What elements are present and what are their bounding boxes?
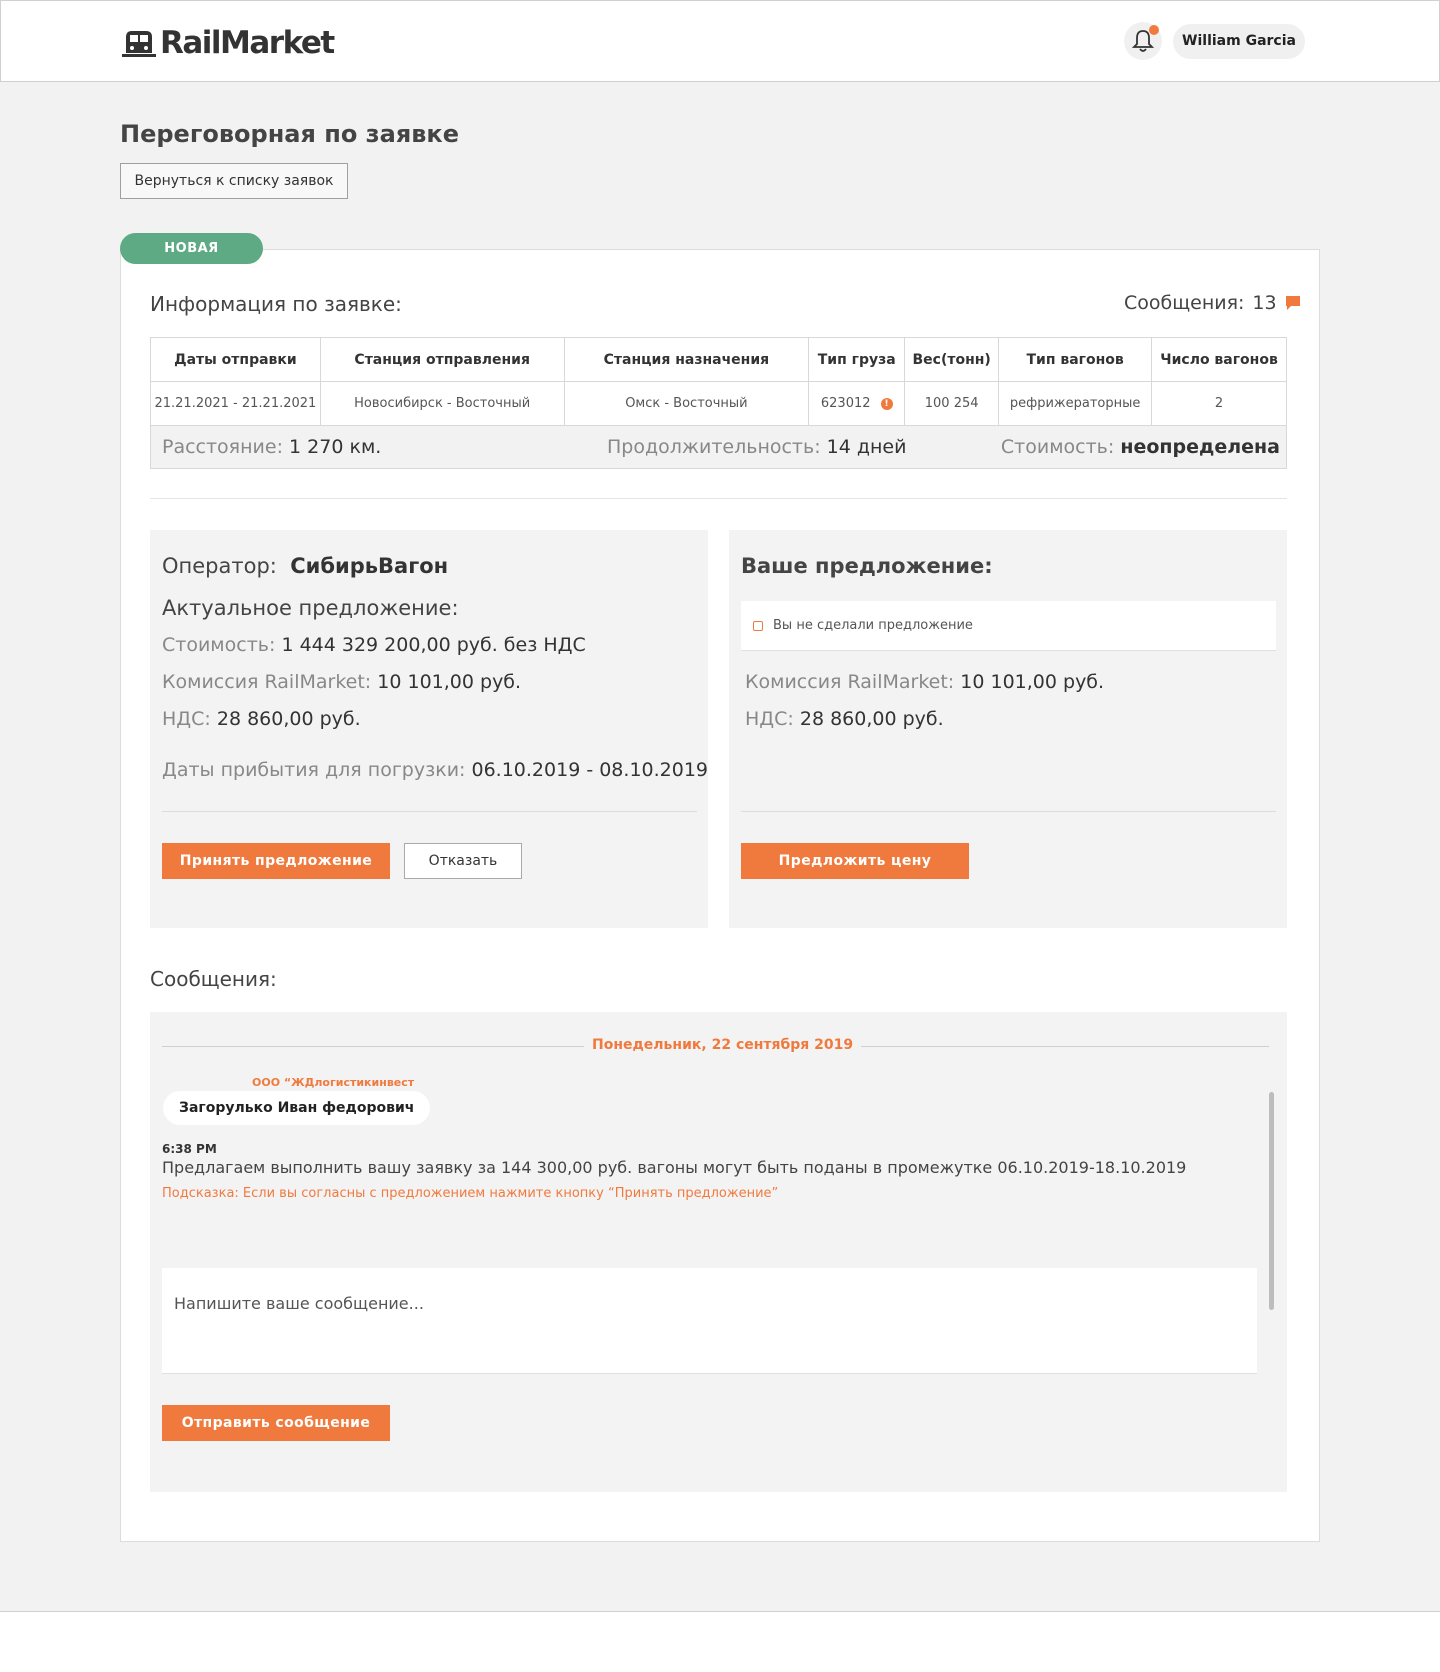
operator: Оператор: СибирьВагон <box>162 554 448 578</box>
offer-commission-value: 10 101,00 руб. <box>377 671 522 693</box>
no-offer-text: Вы не сделали предложение <box>773 618 973 633</box>
message-text: Предлагаем выполнить вашу заявку за 144 … <box>162 1158 1187 1177</box>
actual-offer-title: Актуальное предложение: <box>162 596 459 620</box>
messages-counter-value: 13 <box>1252 292 1277 314</box>
offer-commission: Комиссия RailMarket: 10 101,00 руб. <box>162 671 521 693</box>
date-label: Понедельник, 22 сентября 2019 <box>584 1037 862 1053</box>
info-icon[interactable]: ! <box>880 397 893 410</box>
your-offer-title: Ваше предложение: <box>741 554 993 578</box>
offer-vat-value: 28 860,00 руб. <box>216 708 361 730</box>
message-time: 6:38 PM <box>162 1142 217 1156</box>
loading-dates-label: Даты прибытия для погрузки: <box>162 759 466 781</box>
info-table: Даты отправки Станция отправления Станци… <box>150 337 1287 426</box>
cell-weight: 100 254 <box>904 381 1000 426</box>
table-row: 21.21.2021 - 21.21.2021 Новосибирск - Во… <box>150 381 1287 426</box>
offer-vat-label: НДС: <box>162 708 211 730</box>
route-summary: Расстояние: 1 270 км. Продолжительность:… <box>150 425 1287 469</box>
back-to-list-button[interactable]: Вернуться к списку заявок <box>120 163 348 199</box>
panel-divider <box>741 811 1276 812</box>
chat-bubble-icon <box>1285 296 1300 310</box>
info-title: Информация по заявке: <box>150 292 402 316</box>
accept-offer-button[interactable]: Принять предложение <box>162 843 390 879</box>
your-commission-value: 10 101,00 руб. <box>960 671 1105 693</box>
col-dates: Даты отправки <box>150 337 321 382</box>
offer-cost: Стоимость: 1 444 329 200,00 руб. без НДС <box>162 634 586 656</box>
message-input[interactable] <box>162 1268 1257 1374</box>
table-header-row: Даты отправки Станция отправления Станци… <box>150 337 1287 382</box>
your-vat-value: 28 860,00 руб. <box>799 708 944 730</box>
page-title: Переговорная по заявке <box>120 120 459 148</box>
panel-divider <box>162 811 697 812</box>
status-badge: НОВАЯ <box>120 233 263 264</box>
decline-button[interactable]: Отказать <box>404 843 522 879</box>
logo[interactable]: RailMarket <box>120 25 335 61</box>
col-wagon-type: Тип вагонов <box>998 337 1153 382</box>
duration-label: Продолжительность: <box>607 436 821 458</box>
duration-value: 14 дней <box>826 436 907 458</box>
distance: Расстояние: 1 270 км. <box>162 436 381 458</box>
footer <box>0 1611 1440 1672</box>
messages-counter-label: Сообщения: <box>1124 292 1245 314</box>
no-offer-notice: Вы не сделали предложение <box>741 601 1276 651</box>
your-offer-panel: Ваше предложение: Вы не сделали предложе… <box>729 530 1287 928</box>
col-departure-station: Станция отправления <box>319 337 565 382</box>
total-cost: Стоимость: неопределена <box>1001 436 1280 458</box>
train-icon <box>122 31 156 57</box>
send-message-button[interactable]: Отправить сообщение <box>162 1405 390 1441</box>
distance-value: 1 270 км. <box>289 436 382 458</box>
logo-text: RailMarket <box>160 25 335 61</box>
cargo-code: 623012 <box>820 396 871 411</box>
messages-counter[interactable]: Сообщения: 13 <box>1124 292 1301 314</box>
notification-dot <box>1149 25 1159 35</box>
cell-destination-station: Омск - Восточный <box>563 381 810 426</box>
distance-label: Расстояние: <box>162 436 283 458</box>
operator-label: Оператор: <box>162 554 277 578</box>
col-cargo-type: Тип груза <box>808 337 906 382</box>
message-company: ООО “ЖДлогистикинвест <box>252 1076 415 1089</box>
message-hint: Подсказка: Если вы согласны с предложени… <box>162 1186 779 1201</box>
your-vat: НДС: 28 860,00 руб. <box>745 708 944 730</box>
col-wagon-count: Число вагонов <box>1151 337 1287 382</box>
cost-label: Стоимость: <box>1000 436 1115 458</box>
offer-cost-label: Стоимость: <box>162 634 276 656</box>
message-author: Загорулько Иван федорович <box>163 1091 431 1125</box>
your-commission: Комиссия RailMarket: 10 101,00 руб. <box>745 671 1104 693</box>
cell-dates: 21.21.2021 - 21.21.2021 <box>150 381 321 426</box>
col-destination-station: Станция назначения <box>563 337 810 382</box>
messages-title: Сообщения: <box>150 967 277 991</box>
your-vat-label: НДС: <box>745 708 794 730</box>
cell-wagon-type: рефрижераторные <box>998 381 1153 426</box>
operator-offer-panel: Оператор: СибирьВагон Актуальное предлож… <box>150 530 708 928</box>
col-weight: Вес(тонн) <box>904 337 1000 382</box>
chat-panel: Понедельник, 22 сентября 2019 ООО “ЖДлог… <box>150 1012 1287 1492</box>
cost-value: неопределена <box>1120 436 1280 458</box>
notifications-button[interactable] <box>1124 22 1162 60</box>
offer-commission-label: Комиссия RailMarket: <box>162 671 372 693</box>
loading-dates: Даты прибытия для погрузки: 06.10.2019 -… <box>162 759 708 781</box>
cell-cargo-type: 623012! <box>808 381 906 426</box>
top-bar: RailMarket William Garcia <box>0 0 1440 82</box>
cell-departure-station: Новосибирск - Восточный <box>319 381 565 426</box>
section-divider <box>150 498 1287 499</box>
your-commission-label: Комиссия RailMarket: <box>745 671 955 693</box>
chat-scrollbar[interactable] <box>1269 1092 1274 1310</box>
operator-name: СибирьВагон <box>290 554 449 578</box>
user-menu[interactable]: William Garcia <box>1173 24 1305 59</box>
duration: Продолжительность: 14 дней <box>607 436 906 458</box>
offer-cost-value: 1 444 329 200,00 руб. без НДС <box>281 634 586 656</box>
offer-vat: НДС: 28 860,00 руб. <box>162 708 361 730</box>
loading-dates-value: 06.10.2019 - 08.10.2019 <box>471 759 709 781</box>
calendar-icon <box>753 621 763 631</box>
cell-wagon-count: 2 <box>1151 381 1287 426</box>
propose-price-button[interactable]: Предложить цену <box>741 843 969 879</box>
